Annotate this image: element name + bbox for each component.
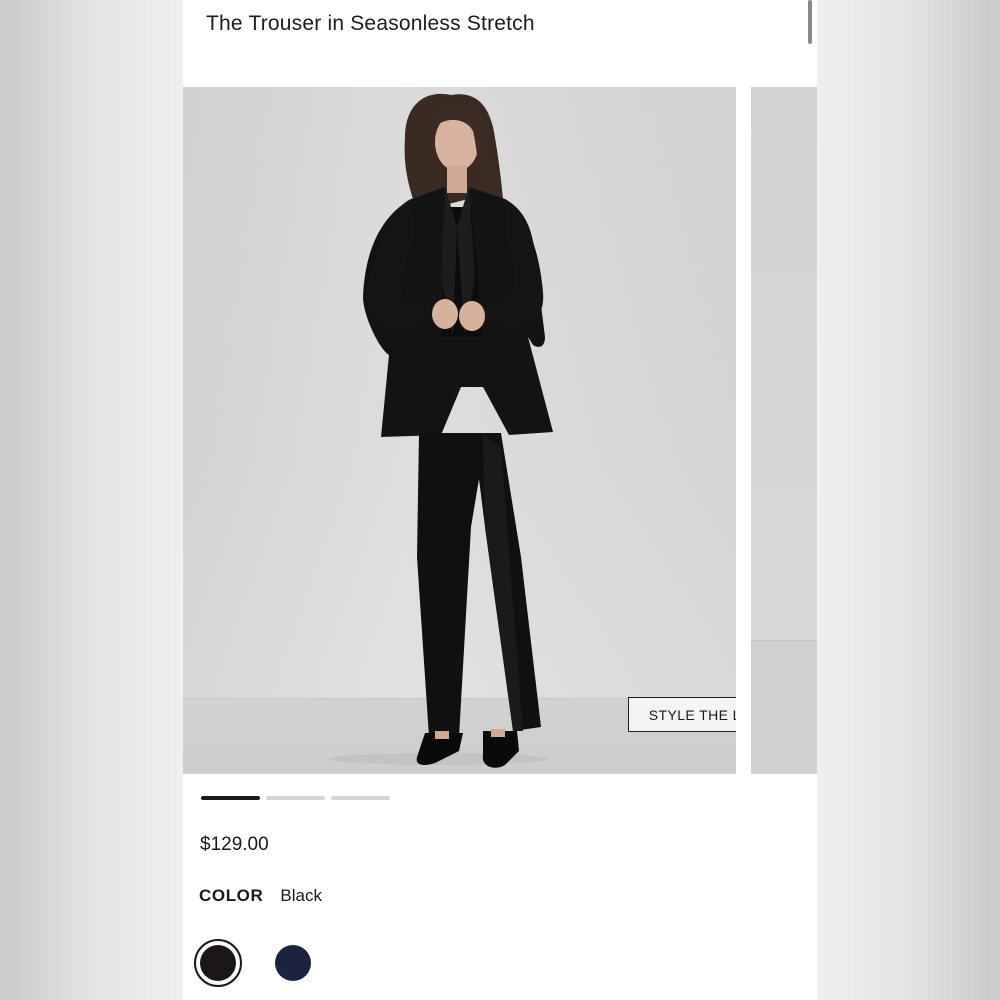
swatch-black-fill — [200, 945, 236, 981]
selected-color-name: Black — [280, 886, 322, 905]
swatch-black[interactable] — [194, 939, 242, 987]
product-title: The Trouser in Seasonless Stretch — [206, 12, 535, 35]
next-image-floor — [751, 640, 817, 774]
color-label: COLOR — [199, 886, 264, 905]
product-image[interactable]: STYLE THE LOOK — [183, 87, 736, 774]
next-product-image[interactable] — [751, 87, 817, 774]
product-page: The Trouser in Seasonless Stretch STYLE … — [183, 0, 817, 1000]
scrollbar[interactable] — [808, 0, 812, 44]
swatch-navy[interactable] — [269, 939, 317, 987]
carousel-pager — [201, 796, 390, 800]
pager-dot-2[interactable] — [266, 796, 325, 800]
color-swatches — [194, 939, 317, 987]
style-the-look-button[interactable]: STYLE THE LOOK — [628, 697, 736, 732]
product-price: $129.00 — [200, 834, 269, 855]
pager-dot-3[interactable] — [331, 796, 390, 800]
swatch-navy-fill — [275, 945, 311, 981]
model-photo — [328, 93, 553, 768]
pager-dot-1[interactable] — [201, 796, 260, 800]
image-carousel[interactable]: STYLE THE LOOK — [183, 87, 817, 775]
color-selection-row: COLOR Black — [199, 886, 322, 906]
